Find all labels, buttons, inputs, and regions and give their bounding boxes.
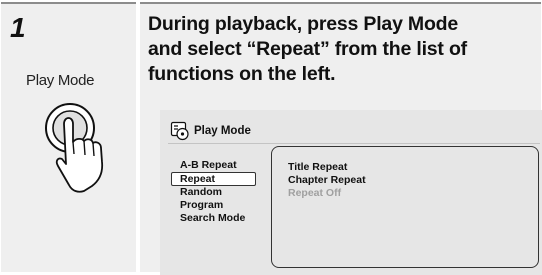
instruction-line-1: During playback, press Play Mode [148, 13, 459, 35]
repeat-options-panel: Title Repeat Chapter Repeat Repeat Off [271, 146, 539, 268]
function-item-program[interactable]: Program [172, 199, 256, 212]
function-item-ab-repeat[interactable]: A-B Repeat [172, 159, 256, 172]
hand-pressing-button-icon [45, 103, 104, 193]
option-title-repeat[interactable]: Title Repeat [288, 161, 366, 174]
instruction-line-2: and select “Repeat” from the list of [148, 38, 467, 60]
instruction-text: During playback, press Play Mode and sel… [148, 12, 540, 87]
play-mode-button-label: Play Mode [26, 72, 95, 89]
header-divider [168, 143, 540, 144]
function-item-random[interactable]: Random [172, 186, 256, 199]
step-number: 1 [10, 12, 26, 43]
function-item-search-mode[interactable]: Search Mode [172, 212, 256, 225]
option-chapter-repeat[interactable]: Chapter Repeat [288, 174, 366, 187]
function-item-repeat[interactable]: Repeat [171, 172, 256, 186]
function-list: A-B Repeat Repeat Random Program Search … [171, 159, 256, 225]
repeat-options-list: Title Repeat Chapter Repeat Repeat Off [288, 161, 366, 200]
instruction-line-3: functions on the left. [148, 63, 336, 85]
disc-settings-icon [170, 121, 189, 141]
option-repeat-off: Repeat Off [288, 187, 342, 199]
play-mode-screen: Play Mode A-B Repeat Repeat Random Progr… [160, 110, 542, 275]
screen-title: Play Mode [194, 125, 251, 137]
column-divider [136, 2, 140, 275]
screen-header: Play Mode [170, 120, 251, 142]
